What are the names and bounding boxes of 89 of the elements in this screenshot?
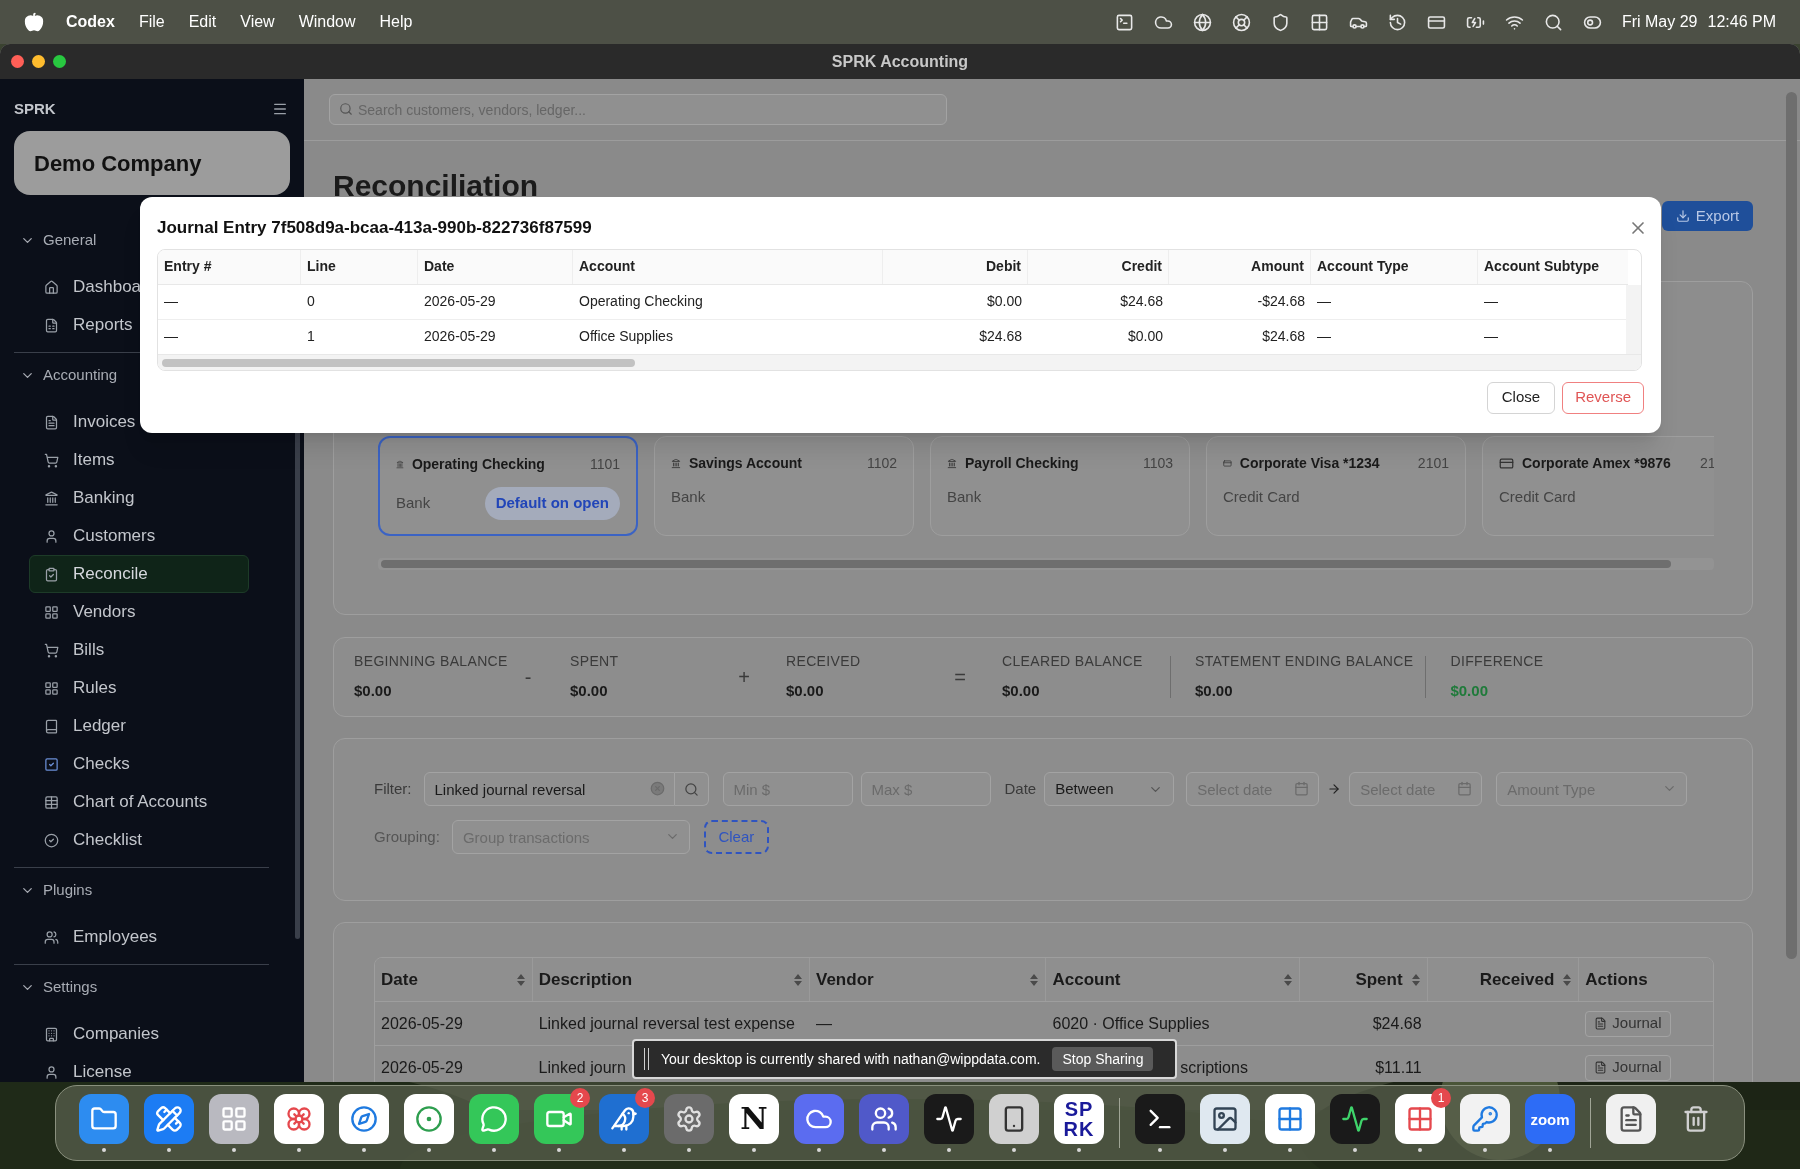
table-cell-text: -$24.68 bbox=[1257, 292, 1305, 311]
balance-value: $0.00 bbox=[1195, 681, 1234, 702]
grouping-label: Grouping: bbox=[374, 826, 440, 847]
account-type: Credit Card bbox=[1499, 487, 1576, 507]
table-cell-text: 0 bbox=[307, 292, 315, 311]
nav-label: Employees bbox=[73, 926, 158, 949]
table-cell-text: — bbox=[1484, 327, 1498, 346]
account-type: Credit Card bbox=[1223, 487, 1300, 507]
table-cell: Linked journ bbox=[538, 1058, 626, 1076]
table-cell-text: 1 bbox=[307, 327, 315, 346]
nav-label: Invoices bbox=[73, 411, 136, 434]
date-label: Date bbox=[1004, 778, 1037, 799]
nav-label: Checklist bbox=[73, 829, 142, 852]
table-cell: $11.11 bbox=[1375, 1058, 1422, 1076]
page-title: Reconciliation bbox=[333, 168, 539, 204]
nav-label: Ledger bbox=[73, 715, 126, 738]
account-name: Corporate Amex *9876 bbox=[1522, 454, 1672, 473]
table-cell: $24.68 bbox=[1372, 1014, 1422, 1032]
table-cell-text: $0.00 bbox=[986, 292, 1022, 311]
nav-label: Customers bbox=[73, 525, 156, 548]
nav-label: Chart of Accounts bbox=[73, 791, 208, 814]
table-cell-text: 2026-05-29 bbox=[424, 327, 496, 346]
table-cell-text: Office Supplies bbox=[579, 327, 673, 346]
account-type: Bank bbox=[947, 487, 982, 507]
balance-value: $0.00 bbox=[1002, 681, 1041, 702]
table-cell-text: — bbox=[164, 327, 178, 346]
balance-label: DIFFERENCE bbox=[1450, 652, 1545, 672]
account-type: Bank bbox=[396, 493, 431, 513]
filter-label: Filter: bbox=[374, 778, 412, 799]
table-cell: 6020 · Office Supplies bbox=[1052, 1014, 1210, 1032]
dialog-title: Journal Entry 7f508d9a-bcaa-413a-990b-822736f87599 bbox=[157, 217, 592, 239]
nav-label: Dashboa bbox=[73, 276, 142, 299]
table-cell: 2026-05-29 bbox=[381, 1014, 463, 1032]
nav-label: Checks bbox=[73, 753, 130, 776]
column-header: Actions bbox=[1585, 968, 1648, 991]
balance-value: $0.00 bbox=[570, 681, 609, 702]
account-number: 2101 bbox=[1417, 454, 1449, 473]
nav-label: Rules bbox=[73, 677, 117, 700]
operator-sign: = bbox=[953, 665, 967, 690]
table-cell: scriptions bbox=[1180, 1058, 1248, 1076]
notification-badge: 1 bbox=[1431, 1088, 1451, 1108]
table-cell: 2026-05-29 bbox=[381, 1058, 463, 1076]
table-cell-text: — bbox=[1317, 327, 1331, 346]
nav-label: Reconcile bbox=[73, 563, 148, 586]
balance-label: CLEARED BALANCE bbox=[1002, 652, 1144, 672]
account-number: 1102 bbox=[866, 454, 897, 473]
account-name: Corporate Visa *1234 bbox=[1239, 454, 1381, 473]
nav-label: Reports bbox=[73, 314, 133, 337]
table-cell-text: Operating Checking bbox=[579, 292, 703, 311]
table-cell-text: $24.68 bbox=[1120, 292, 1163, 311]
nav-label: Banking bbox=[73, 487, 135, 510]
nav-label: Companies bbox=[73, 1023, 159, 1046]
operator-sign: + bbox=[737, 665, 751, 690]
balance-label: STATEMENT ENDING BALANCE bbox=[1195, 652, 1414, 672]
nav-label: Vendors bbox=[73, 601, 136, 624]
default-badge: Default on open bbox=[484, 487, 620, 520]
account-number: 1101 bbox=[589, 455, 620, 474]
account-type: Bank bbox=[671, 487, 706, 507]
account-name: Savings Account bbox=[688, 454, 803, 473]
balance-value: $0.00 bbox=[354, 681, 393, 702]
brand-label: SPRK bbox=[14, 98, 56, 119]
balance-label: SPENT bbox=[570, 652, 620, 672]
account-name: Payroll Checking bbox=[964, 454, 1080, 473]
table-cell-text: — bbox=[164, 292, 178, 311]
table-cell-text: $0.00 bbox=[1127, 327, 1163, 346]
balance-label: RECEIVED bbox=[786, 652, 862, 672]
menu-clock-date: Fri May 29 bbox=[1621, 12, 1698, 32]
notification-badge: 3 bbox=[635, 1088, 655, 1108]
table-cell-text: $24.68 bbox=[979, 327, 1022, 346]
balance-label: BEGINNING BALANCE bbox=[354, 652, 509, 672]
table-cell-text: 2026-05-29 bbox=[424, 292, 496, 311]
nav-label: License bbox=[73, 1061, 132, 1082]
account-number: 21 bbox=[1700, 454, 1714, 473]
table-cell-text: — bbox=[1484, 292, 1498, 311]
account-number: 1103 bbox=[1142, 454, 1173, 473]
operator-sign: - bbox=[523, 665, 533, 690]
share-message: Your desktop is currently shared with nathan@wippdata.com. bbox=[661, 1049, 1041, 1069]
window-title: SPRK Accounting bbox=[830, 51, 970, 72]
nav-label: Bills bbox=[73, 639, 105, 662]
notification-badge: 2 bbox=[570, 1088, 590, 1108]
balance-value: $0.00 bbox=[1450, 681, 1489, 702]
menu-clock-time: 12:46 PM bbox=[1707, 12, 1776, 32]
table-cell: Linked journal reversal test expense bbox=[538, 1014, 795, 1032]
account-name: Operating Checking bbox=[411, 455, 546, 474]
balance-value: $0.00 bbox=[786, 681, 825, 702]
table-cell: — bbox=[816, 1014, 832, 1032]
table-cell-text: $24.68 bbox=[1262, 327, 1305, 346]
nav-label: Items bbox=[73, 449, 115, 472]
table-cell-text: — bbox=[1317, 292, 1331, 311]
